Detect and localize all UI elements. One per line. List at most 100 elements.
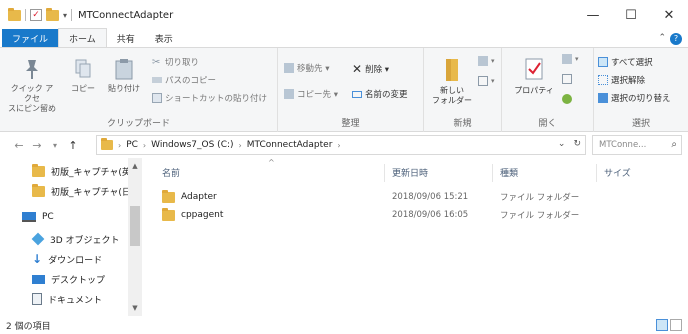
documents-icon: [32, 293, 42, 305]
status-bar: 2 個の項目: [0, 316, 688, 334]
paste-button[interactable]: 貼り付け: [104, 58, 144, 94]
column-header-name[interactable]: 名前: [162, 166, 180, 179]
invert-selection-button[interactable]: 選択の切り替え: [598, 92, 671, 104]
breadcrumb-separator-icon: ›: [118, 140, 122, 150]
qat-dropdown-icon[interactable]: ▾: [63, 11, 67, 20]
breadcrumb-pc[interactable]: PC: [126, 140, 138, 150]
organize-group-label: 整理: [341, 119, 360, 129]
search-input[interactable]: MTConne... ⌕: [592, 135, 682, 155]
column-divider[interactable]: [384, 164, 385, 182]
pin-quick-access-button[interactable]: クイック アクセ スにピン留め: [8, 58, 56, 114]
select-none-button[interactable]: 選択解除: [598, 74, 645, 86]
select-group-label: 選択: [631, 119, 650, 129]
title-bar: ✓ ▾ MTConnectAdapter — ☐ ✕: [0, 0, 688, 30]
tab-file[interactable]: ファイル: [2, 29, 59, 47]
ribbon-collapse-icon[interactable]: ⌃: [658, 33, 666, 43]
close-button[interactable]: ✕: [650, 0, 688, 30]
properties-quick-icon[interactable]: ✓: [30, 9, 42, 21]
address-bar[interactable]: › PC › Windows7_OS (C:) › MTConnectAdapt…: [96, 135, 586, 155]
refresh-icon[interactable]: ↻: [573, 139, 581, 149]
copy-button[interactable]: コピー: [70, 58, 96, 94]
folder-icon: [162, 189, 175, 203]
nav-item-label: ダウンロード: [48, 255, 103, 266]
up-arrow-icon[interactable]: ↑: [64, 139, 82, 152]
nav-item-downloads[interactable]: ↓ ダウンロード: [32, 250, 102, 268]
back-arrow-icon[interactable]: ←: [10, 139, 28, 152]
easy-access-dropdown-icon: ▾: [491, 77, 495, 85]
navigation-bar: ← → ▾ ↑ › PC › Windows7_OS (C:) › MTConn…: [0, 133, 688, 157]
open-dropdown-icon: ▾: [575, 55, 579, 63]
ribbon: クイック アクセ スにピン留め コピー 貼り付け ✂ 切り取り パスのコピー シ…: [0, 48, 688, 132]
recent-locations-icon[interactable]: ▾: [46, 141, 64, 150]
history-icon: [562, 94, 572, 104]
cut-label: 切り取り: [165, 58, 200, 68]
column-divider[interactable]: [596, 164, 597, 182]
open-group: プロパティ ▾ 開く: [502, 48, 594, 132]
nav-item-documents[interactable]: ドキュメント: [32, 290, 102, 308]
search-placeholder: MTConne...: [599, 140, 647, 150]
copy-path-button[interactable]: パスのコピー: [152, 74, 216, 86]
scroll-thumb[interactable]: [130, 206, 140, 246]
select-group: すべて選択 選択解除 選択の切り替え 選択: [594, 48, 688, 132]
new-folder-button[interactable]: 新しい フォルダー: [432, 56, 472, 106]
copy-to-button[interactable]: コピー先 ▾: [284, 88, 338, 100]
select-none-icon: [598, 75, 608, 85]
tab-view[interactable]: 表示: [145, 29, 183, 47]
new-group-label: 新規: [453, 119, 472, 129]
rename-button[interactable]: 名前の変更: [352, 88, 408, 100]
column-header-size[interactable]: サイズ: [604, 166, 631, 179]
nav-item-capture-ja[interactable]: 初版_キャプチャ(日: [32, 182, 131, 200]
folder-icon: [32, 163, 45, 177]
move-to-button[interactable]: 移動先 ▾: [284, 62, 329, 74]
paste-shortcut-button[interactable]: ショートカットの貼り付け: [152, 92, 267, 104]
navigation-pane: 初版_キャプチャ(英 初版_キャプチャ(日 PC 3D オブジェクト ↓ ダウン…: [0, 158, 145, 316]
address-dropdown-icon[interactable]: ⌄: [558, 139, 566, 149]
tab-share[interactable]: 共有: [107, 29, 145, 47]
forward-arrow-icon[interactable]: →: [28, 139, 46, 152]
open-icon: [562, 54, 572, 64]
move-to-label: 移動先 ▾: [297, 64, 330, 74]
column-header-type[interactable]: 種類: [500, 166, 518, 179]
properties-button[interactable]: プロパティ: [510, 56, 558, 96]
search-icon[interactable]: ⌕: [671, 139, 677, 150]
file-name: Adapter: [181, 192, 217, 202]
window-controls: — ☐ ✕: [574, 0, 688, 30]
nav-item-desktop[interactable]: デスクトップ: [32, 270, 105, 288]
open-button[interactable]: ▾: [562, 54, 579, 64]
nav-item-capture-en[interactable]: 初版_キャプチャ(英: [32, 162, 131, 180]
scroll-down-icon[interactable]: ▼: [130, 304, 140, 312]
new-folder-quick-icon[interactable]: [46, 7, 59, 21]
maximize-button[interactable]: ☐: [612, 0, 650, 30]
file-date: 2018/09/06 16:05: [392, 210, 469, 220]
file-row[interactable]: Adapter 2018/09/06 15:21 ファイル フォルダー: [162, 188, 602, 206]
edit-button[interactable]: [562, 74, 572, 84]
history-button[interactable]: [562, 94, 572, 104]
properties-icon: [525, 58, 543, 80]
delete-button[interactable]: ✕ 削除 ▾: [352, 62, 389, 76]
cut-button[interactable]: ✂ 切り取り: [152, 56, 199, 68]
new-item-icon: [478, 56, 488, 66]
nav-pane-scrollbar[interactable]: ▲ ▼: [128, 158, 142, 316]
breadcrumb-folder[interactable]: MTConnectAdapter: [247, 140, 333, 150]
divider: [25, 9, 26, 21]
copy-icon: [75, 59, 91, 78]
nav-item-pc[interactable]: PC: [22, 208, 54, 226]
column-header-date[interactable]: 更新日時: [392, 166, 428, 179]
select-all-button[interactable]: すべて選択: [598, 56, 653, 68]
ribbon-tabs: ファイル ホーム 共有 表示 ⌃ ?: [0, 28, 688, 48]
column-divider[interactable]: [492, 164, 493, 182]
easy-access-button[interactable]: ▾: [478, 76, 495, 86]
large-icons-view-icon[interactable]: [670, 319, 682, 331]
select-all-label: すべて選択: [611, 58, 653, 68]
nav-item-3d-objects[interactable]: 3D オブジェクト: [31, 230, 120, 248]
details-view-icon[interactable]: [656, 319, 668, 331]
folder-icon: [162, 207, 175, 221]
file-row[interactable]: cppagent 2018/09/06 16:05 ファイル フォルダー: [162, 206, 602, 224]
scroll-up-icon[interactable]: ▲: [130, 162, 140, 170]
paste-icon: [115, 59, 133, 80]
tab-home[interactable]: ホーム: [58, 28, 107, 47]
new-item-button[interactable]: ▾: [478, 56, 495, 66]
help-icon[interactable]: ?: [670, 33, 682, 45]
minimize-button[interactable]: —: [574, 0, 612, 30]
breadcrumb-drive[interactable]: Windows7_OS (C:): [151, 140, 233, 150]
